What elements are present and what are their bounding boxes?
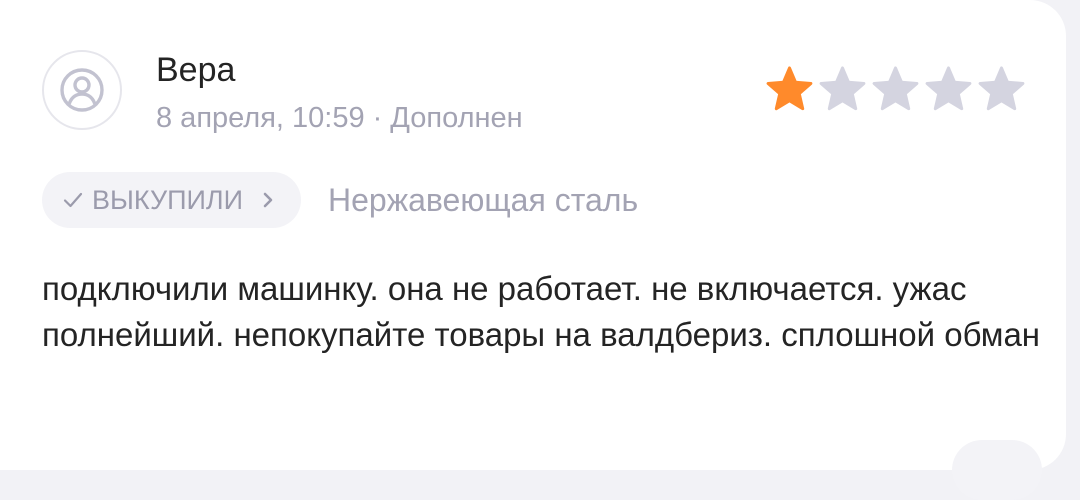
review-text: подключили машинку. она не работает. не … — [42, 270, 1041, 353]
review-card: Вера 8 апреля, 10:59 · Дополнен ВЫКУПИЛИ Н… — [0, 0, 1066, 500]
purchased-badge[interactable]: ВЫКУПИЛИ — [42, 172, 302, 228]
avatar — [42, 50, 122, 130]
check-icon — [63, 192, 83, 208]
meta-separator: · — [372, 102, 383, 134]
star-filled-icon — [766, 66, 813, 111]
author-name: Вера — [156, 51, 236, 89]
star-empty-icon — [872, 66, 919, 111]
star-empty-icon — [925, 66, 972, 111]
review-meta: 8 апреля, 10:59 · Дополнен — [156, 100, 523, 136]
product-variant: Нержавеющая сталь — [328, 182, 639, 218]
star-empty-icon — [978, 66, 1025, 111]
review-status: Дополнен — [390, 102, 523, 134]
review-date: 8 апреля, 10:59 — [156, 102, 365, 134]
rating-stars — [766, 66, 1025, 113]
user-circle-icon — [60, 68, 104, 112]
chevron-right-icon — [263, 192, 273, 208]
more-button[interactable] — [952, 440, 1042, 500]
purchased-badge-label: ВЫКУПИЛИ — [92, 184, 244, 215]
star-empty-icon — [819, 66, 866, 111]
